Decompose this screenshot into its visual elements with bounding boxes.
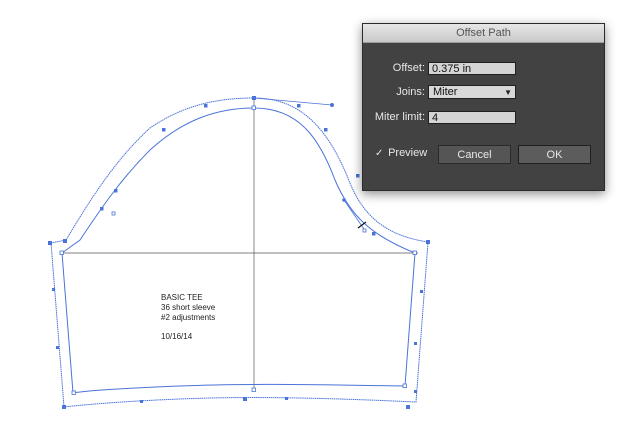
dialog-title: Offset Path bbox=[363, 24, 604, 43]
anchor-point-open bbox=[71, 390, 76, 395]
joins-select-value: Miter bbox=[433, 86, 458, 98]
anchor-point bbox=[285, 397, 288, 400]
preview-label: Preview bbox=[388, 147, 428, 159]
cursor-mark bbox=[357, 221, 367, 229]
pattern-size: 36 short sleeve bbox=[161, 303, 216, 312]
anchor-point bbox=[114, 189, 118, 193]
offset-label: Offset: bbox=[392, 62, 425, 74]
anchor-point bbox=[420, 290, 423, 293]
anchor-point bbox=[48, 241, 52, 245]
anchor-point bbox=[62, 405, 66, 409]
anchor-point bbox=[204, 104, 208, 108]
offset-input[interactable]: 0.375 in bbox=[428, 62, 516, 75]
anchor-point bbox=[297, 104, 301, 108]
checkmark-icon: ✓ bbox=[375, 148, 384, 159]
miter-limit-input[interactable]: 4 bbox=[428, 111, 516, 124]
dropdown-arrow-icon: ▼ bbox=[504, 88, 512, 97]
cancel-button[interactable]: Cancel bbox=[438, 145, 511, 164]
anchor-point bbox=[372, 232, 376, 236]
anchor-point-open bbox=[111, 211, 116, 216]
anchor-point bbox=[406, 405, 410, 409]
pattern-date: 10/16/14 bbox=[161, 332, 193, 341]
anchor-point bbox=[414, 390, 417, 393]
joins-select[interactable]: Miter ▼ bbox=[428, 85, 516, 99]
anchor-point bbox=[414, 342, 417, 345]
anchor-point bbox=[356, 174, 360, 178]
anchor-point-open bbox=[59, 250, 64, 255]
offset-path-dialog: Offset Path Offset: 0.375 in Joins: Mite… bbox=[362, 23, 605, 191]
pattern-adjustments: #2 adjustments bbox=[161, 313, 216, 322]
anchor-point bbox=[63, 239, 67, 243]
anchor-point-open bbox=[402, 383, 407, 388]
bezier-handle-point[interactable] bbox=[330, 103, 334, 107]
anchor-point bbox=[426, 240, 430, 244]
anchor-point bbox=[56, 346, 59, 349]
pattern-title: BASIC TEE bbox=[161, 293, 203, 302]
anchor-point bbox=[52, 288, 55, 291]
anchor-point bbox=[243, 397, 247, 401]
anchor-point-open bbox=[251, 387, 256, 392]
bezier-handle-line bbox=[253, 97, 333, 106]
ok-button[interactable]: OK bbox=[518, 145, 591, 164]
anchor-point-open bbox=[362, 228, 367, 233]
anchor-point bbox=[324, 128, 328, 132]
anchor-point bbox=[162, 128, 166, 132]
anchor-point bbox=[252, 96, 256, 100]
bezier-handle-point-2[interactable] bbox=[342, 198, 346, 202]
preview-checkbox[interactable]: ✓ Preview bbox=[375, 147, 427, 159]
anchor-point bbox=[140, 400, 143, 403]
anchor-point-open bbox=[412, 250, 417, 255]
bezier-handle-line-2 bbox=[343, 199, 367, 233]
anchor-point bbox=[100, 207, 104, 211]
anchor-point-open bbox=[251, 105, 256, 110]
miter-limit-label: Miter limit: bbox=[374, 111, 425, 123]
joins-label: Joins: bbox=[396, 86, 425, 98]
